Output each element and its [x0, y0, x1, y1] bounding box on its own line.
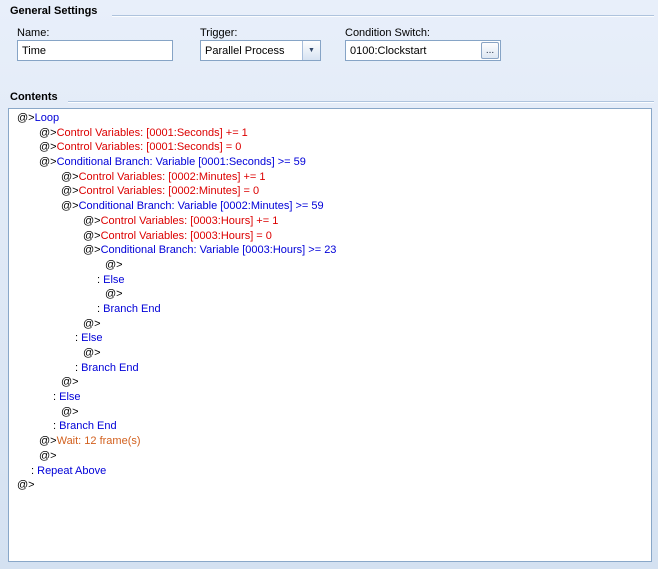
event-command-line[interactable]: @> [9, 346, 651, 361]
command-text: Wait: 12 frame(s) [56, 435, 141, 448]
command-text: Else [59, 391, 81, 404]
event-command-line[interactable]: @>Control Variables: [0003:Hours] += 1 [9, 214, 651, 229]
contents-title: Contents [10, 91, 58, 103]
event-command-line[interactable]: @> [9, 317, 651, 332]
command-marker: @> [39, 435, 57, 448]
command-marker: @> [61, 200, 79, 213]
event-command-line[interactable]: @>Control Variables: [0001:Seconds] = 0 [9, 140, 651, 155]
contents-divider [68, 101, 654, 103]
event-command-line[interactable]: @> [9, 258, 651, 273]
name-input[interactable] [17, 40, 173, 61]
event-command-line[interactable]: : Repeat Above [9, 464, 651, 479]
event-command-line[interactable]: : Else [9, 331, 651, 346]
command-text: Loop [34, 112, 60, 124]
command-marker: @> [61, 405, 79, 418]
condition-switch-value: 0100:Clockstart [350, 44, 427, 57]
command-marker: @> [39, 156, 57, 169]
command-text: Else [103, 273, 125, 286]
command-marker: @> [39, 126, 57, 139]
event-command-line[interactable]: : Branch End [9, 302, 651, 317]
event-command-line[interactable]: @> [9, 405, 651, 420]
event-command-line[interactable]: : Else [9, 390, 651, 405]
command-text: Repeat Above [37, 464, 107, 477]
command-text: Control Variables: [0003:Hours] = 0 [100, 229, 272, 242]
event-command-line[interactable]: @>Control Variables: [0003:Hours] = 0 [9, 229, 651, 244]
command-marker: @> [39, 141, 57, 154]
command-marker: @> [83, 214, 101, 227]
chevron-down-icon[interactable]: ▼ [302, 41, 320, 60]
event-command-line[interactable]: @>Conditional Branch: Variable [0003:Hou… [9, 243, 651, 258]
event-command-line[interactable]: @>Loop [9, 111, 651, 126]
command-text: Control Variables: [0002:Minutes] = 0 [78, 185, 260, 198]
general-settings-divider [112, 15, 654, 17]
command-marker: @> [83, 317, 101, 330]
command-text: Control Variables: [0002:Minutes] += 1 [78, 170, 266, 183]
event-command-line[interactable]: @>Control Variables: [0002:Minutes] += 1 [9, 170, 651, 185]
event-command-line[interactable]: @> [9, 449, 651, 464]
event-command-line[interactable]: @> [9, 478, 651, 493]
event-command-list[interactable]: @>Loop @>Control Variables: [0001:Seconds… [8, 108, 652, 562]
trigger-label: Trigger: [200, 27, 238, 39]
condition-switch-label: Condition Switch: [345, 27, 430, 39]
command-text: Control Variables: [0003:Hours] += 1 [100, 214, 279, 227]
event-command-line[interactable]: : Branch End [9, 361, 651, 376]
condition-switch-field[interactable]: 0100:Clockstart ... [345, 40, 501, 61]
command-text: Control Variables: [0001:Seconds] += 1 [56, 126, 248, 139]
command-text: Else [81, 332, 103, 345]
command-marker: @> [83, 229, 101, 242]
command-text: Conditional Branch: Variable [0001:Secon… [56, 156, 306, 169]
event-command-line[interactable]: @> [9, 375, 651, 390]
command-marker: @> [83, 244, 101, 257]
command-marker: @> [17, 112, 35, 124]
command-text: Control Variables: [0001:Seconds] = 0 [56, 141, 242, 154]
command-marker: @> [105, 288, 123, 301]
command-text: Branch End [59, 420, 117, 433]
event-command-line[interactable]: @>Conditional Branch: Variable [0002:Min… [9, 199, 651, 214]
command-marker: @> [61, 376, 79, 389]
name-label: Name: [17, 27, 50, 39]
trigger-selected-value: Parallel Process [205, 44, 285, 57]
event-command-line[interactable]: : Else [9, 273, 651, 288]
event-command-line[interactable]: @>Control Variables: [0001:Seconds] += 1 [9, 126, 651, 141]
event-command-line[interactable]: @>Conditional Branch: Variable [0001:Sec… [9, 155, 651, 170]
command-marker: @> [61, 170, 79, 183]
event-editor-window: General Settings Name: Trigger: Parallel… [0, 0, 658, 569]
event-command-line[interactable]: @> [9, 287, 651, 302]
command-marker: @> [105, 258, 123, 271]
command-marker: @> [61, 185, 79, 198]
command-marker: @> [17, 479, 35, 492]
trigger-select[interactable]: Parallel Process ▼ [200, 40, 321, 61]
command-text: Conditional Branch: Variable [0002:Minut… [78, 200, 324, 213]
command-marker: @> [39, 449, 57, 462]
command-marker: @> [83, 347, 101, 359]
condition-switch-browse-button[interactable]: ... [481, 42, 499, 59]
event-command-line[interactable]: : Branch End [9, 419, 651, 434]
command-text: Branch End [103, 302, 161, 315]
general-settings-title: General Settings [10, 5, 98, 17]
command-text: Branch End [81, 361, 139, 374]
event-command-line[interactable]: @>Control Variables: [0002:Minutes] = 0 [9, 184, 651, 199]
command-text: Conditional Branch: Variable [0003:Hours… [100, 244, 337, 257]
event-command-line[interactable]: @>Wait: 12 frame(s) [9, 434, 651, 449]
